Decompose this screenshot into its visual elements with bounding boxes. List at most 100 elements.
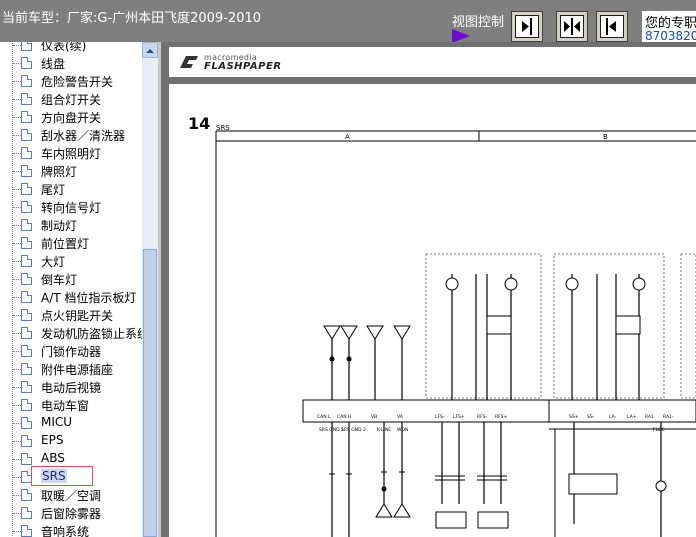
tree-item[interactable]: EPS xyxy=(0,432,142,450)
tree-item-label: 电动后视镜 xyxy=(41,381,102,395)
tree-item[interactable]: 取暖／空调 xyxy=(0,486,142,504)
bottom-label-wdn: WDN xyxy=(397,427,408,433)
document-icon xyxy=(21,309,32,321)
tree-item[interactable]: 方向盘开关 xyxy=(0,108,142,126)
arrow-bar-right-icon xyxy=(515,15,539,38)
collapse-left-button[interactable] xyxy=(596,11,628,42)
pin-label-ra1: RA1 xyxy=(645,414,654,420)
pin-label-rfs-minus: RFS- xyxy=(477,414,487,420)
tree-guide-line xyxy=(12,523,14,537)
pin-label-can-l: CAN L xyxy=(317,414,331,420)
document-icon xyxy=(21,147,32,159)
document-icon xyxy=(21,417,32,429)
tree-item-label: 仪表(续) xyxy=(41,42,87,53)
pin-label-ss-plus: SS+ xyxy=(569,414,579,420)
document-icon xyxy=(21,435,32,447)
tree-item[interactable]: 发动机防盗锁止系统 xyxy=(0,324,142,342)
tree-item-label: EPS xyxy=(41,433,64,447)
document-icon xyxy=(21,42,32,51)
tree-item[interactable]: 后窗除雾器 xyxy=(0,504,142,522)
document-icon xyxy=(21,381,32,393)
arrow-right-icon xyxy=(452,29,470,43)
tree-item-label: 尾灯 xyxy=(41,183,66,197)
pin-label-rfs-plus: RFS+ xyxy=(495,414,507,420)
tree-item[interactable]: A/T 档位指示板灯 xyxy=(0,288,142,306)
tree-item-label: 附件电源插座 xyxy=(41,363,114,377)
document-icon xyxy=(21,525,32,537)
tree-item-label: 前位置灯 xyxy=(41,237,90,251)
viewer-header: macromedia FLASHPAPER xyxy=(169,47,696,77)
document-icon xyxy=(21,111,32,123)
chevron-up-icon xyxy=(146,49,154,53)
document-icon xyxy=(21,165,32,177)
tree-item-label: 牌照灯 xyxy=(41,165,78,179)
bottom-label-gnd2: SRS GND 2 xyxy=(341,427,366,433)
tree-item[interactable]: 电动后视镜 xyxy=(0,378,142,396)
document-icon xyxy=(21,399,32,411)
document-icon xyxy=(21,363,32,375)
tree-item[interactable]: MICU xyxy=(0,414,142,432)
system-tree: 仪表(续) 线盘危险警告开关 组合灯开关 方向盘开关刮水器／清洗器 车内照明灯牌照灯尾灯… xyxy=(0,42,142,537)
tree-item[interactable]: 刮水器／清洗器 xyxy=(0,126,142,144)
tree-item[interactable]: 音响系统 xyxy=(0,522,142,537)
tree-item[interactable]: 前位置灯 xyxy=(0,234,142,252)
document-icon xyxy=(21,183,32,195)
tree-item[interactable]: 大灯 xyxy=(0,252,142,270)
pin-label-lfs-plus: LFS+ xyxy=(453,414,465,420)
scroll-thumb[interactable] xyxy=(143,249,157,537)
document-page[interactable]: 14 SRS A B CAN L CAN H VB VA LFS- LFS+ R… xyxy=(169,84,696,537)
split-arrows-icon xyxy=(560,15,584,38)
document-icon xyxy=(21,75,32,87)
tree-item[interactable]: 倒车灯 xyxy=(0,270,142,288)
document-icon xyxy=(21,327,32,339)
tree-item-label: 电动车窗 xyxy=(41,399,90,413)
flashpaper-logo-icon xyxy=(180,56,198,68)
tree-item[interactable]: 组合灯开关 xyxy=(0,90,142,108)
tree-item-label: 后窗除雾器 xyxy=(41,507,102,521)
document-icon xyxy=(21,201,32,213)
tree-item-label: 倒车灯 xyxy=(41,273,78,287)
tree-item[interactable]: 附件电源插座 xyxy=(0,360,142,378)
tree-item[interactable]: 尾灯 xyxy=(0,180,142,198)
document-icon xyxy=(21,237,32,249)
pin-label-va: VA xyxy=(397,414,404,420)
pin-label-la-plus: LA+ xyxy=(627,414,637,420)
document-icon xyxy=(21,219,32,231)
tree-guide-line xyxy=(12,42,14,54)
tree-item-label: 危险警告开关 xyxy=(41,75,114,89)
pin-label-ss-minus: SS- xyxy=(587,414,595,420)
tree-item[interactable]: 电动车窗 xyxy=(0,396,142,414)
document-icon xyxy=(21,57,32,69)
document-icon xyxy=(21,129,32,141)
tree-item[interactable]: 转向信号灯 xyxy=(0,198,142,216)
tree-item[interactable]: 门锁作动器 xyxy=(0,342,142,360)
tree-item[interactable]: 危险警告开关 xyxy=(0,72,142,90)
tree-item-label: 大灯 xyxy=(41,255,66,269)
tree-item-label: 取暖／空调 xyxy=(41,489,102,503)
pin-label-ra1-minus: RA1- xyxy=(663,414,674,420)
page-number: 14 xyxy=(188,114,210,133)
tree-item[interactable]: 仪表(续) xyxy=(0,42,142,54)
document-icon xyxy=(21,255,32,267)
tree-item[interactable]: 牌照灯 xyxy=(0,162,142,180)
bottom-label-k-line: K-LINE xyxy=(377,427,391,433)
contact-phone: 87038206 xyxy=(645,29,696,42)
document-icon xyxy=(21,273,32,285)
tree-item[interactable]: 线盘 xyxy=(0,54,142,72)
tree-item-label: 门锁作动器 xyxy=(41,345,102,359)
tree-scrollbar[interactable] xyxy=(142,42,158,537)
split-view-button[interactable] xyxy=(556,11,588,42)
pin-label-can-h: CAN H xyxy=(337,414,351,420)
tree-item[interactable]: 车内照明灯 xyxy=(0,144,142,162)
tree-item-label: 刮水器／清洗器 xyxy=(41,129,126,143)
bottom-label-fldc: FLDC xyxy=(653,427,665,433)
tree-item-label: 线盘 xyxy=(41,57,66,71)
document-icon xyxy=(21,345,32,357)
tree-item[interactable]: 制动灯 xyxy=(0,216,142,234)
flashpaper-viewer: macromedia FLASHPAPER 14 SRS A B CAN L C… xyxy=(161,42,696,537)
document-icon xyxy=(21,93,32,105)
expand-right-button[interactable] xyxy=(511,11,543,42)
tree-item[interactable]: 点火钥匙开关 xyxy=(0,306,142,324)
scroll-up-button[interactable] xyxy=(142,42,158,58)
tree-item-label: 车内照明灯 xyxy=(41,147,102,161)
